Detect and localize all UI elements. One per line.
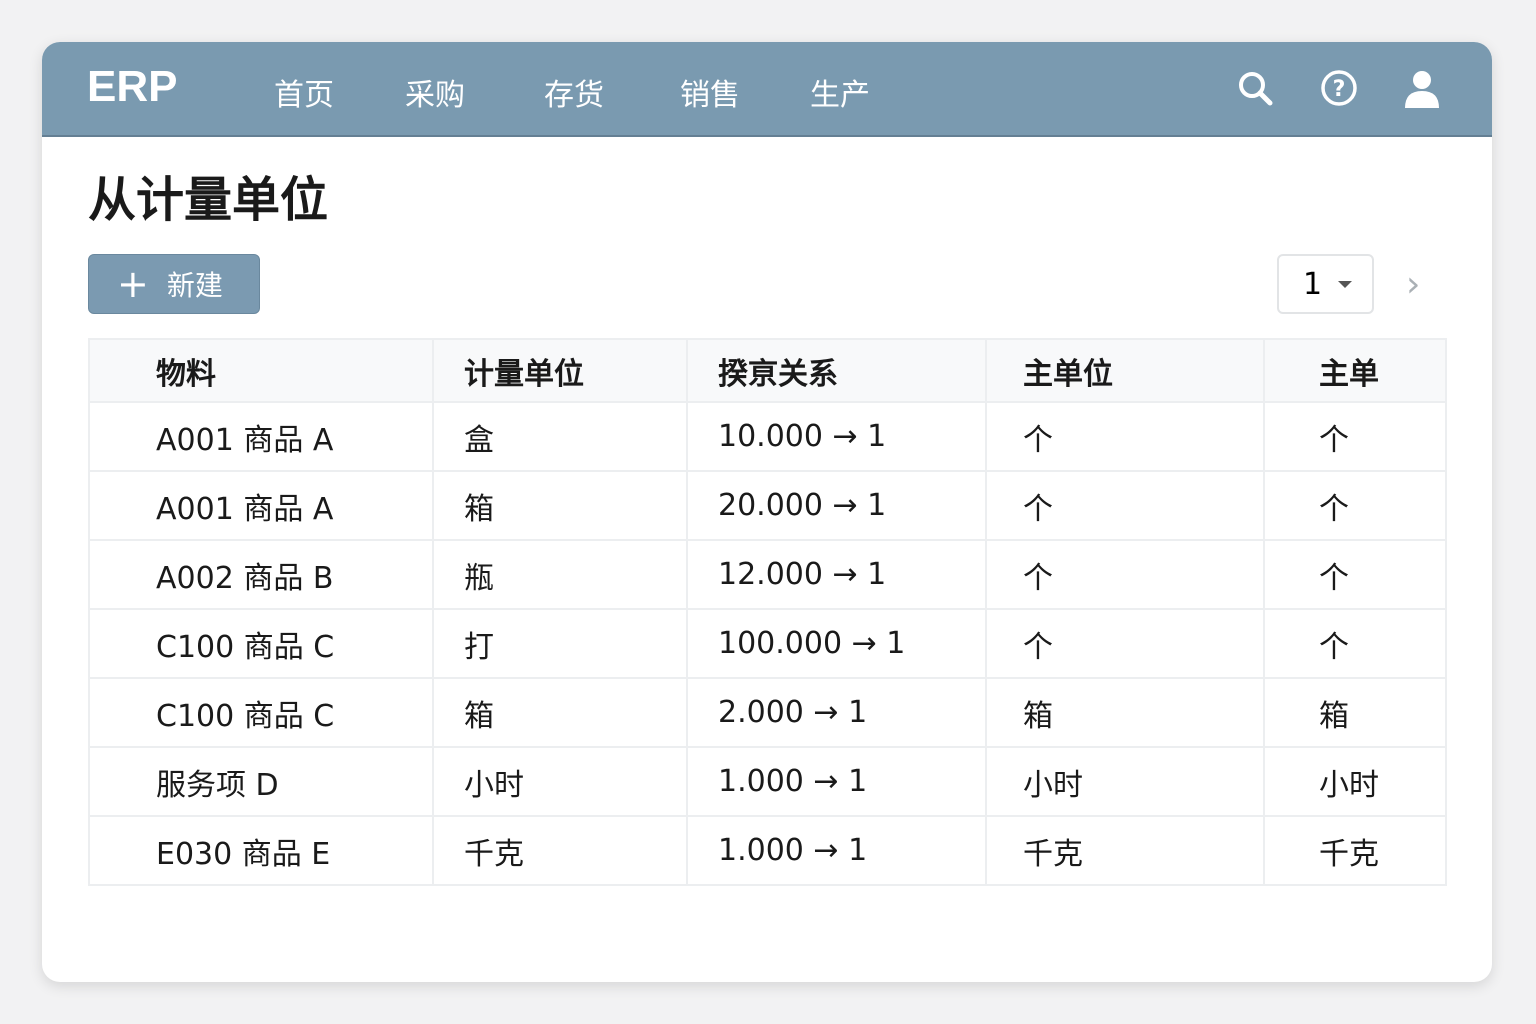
column-header[interactable]: 揆亰关系 [686, 338, 987, 403]
table-cell: 盒 [432, 401, 688, 472]
table-cell: 箱 [1263, 677, 1447, 748]
caret-down-icon [1338, 280, 1353, 288]
user-icon[interactable] [1402, 68, 1442, 108]
table-cell: 千克 [1263, 815, 1447, 886]
table-row[interactable]: A001 商品 A 箱 20.000 → 1个个 [88, 470, 1447, 541]
table-cell: A001 商品 A [88, 470, 434, 541]
table-cell: 2.000 → 1 [686, 677, 987, 748]
page-title: 从计量单位 [88, 172, 329, 228]
nav-inventory[interactable]: 存货 [544, 70, 604, 114]
logo[interactable]: ERP [87, 62, 177, 112]
table-cell: 100.000 → 1 [686, 608, 987, 679]
column-header[interactable]: 计量单位 [432, 338, 688, 403]
table-row[interactable]: C100 商品 C 打 100.000 → 1个个 [88, 608, 1447, 679]
nav-production[interactable]: 生产 [810, 70, 870, 114]
page-select-value: 1 [1303, 266, 1323, 302]
table-cell: A002 商品 B [88, 539, 434, 610]
table-cell: C100 商品 C [88, 608, 434, 679]
plus-icon: + [117, 262, 149, 306]
table-cell: 小时 [985, 746, 1265, 817]
units-table: 物料 计量单位 揆亰关系 主单位 主单 A001 商品 A 盒 10.000 → 1 个个 A0… [88, 338, 1447, 886]
table-cell: 瓶 [432, 539, 688, 610]
table-cell: 个 [985, 470, 1265, 541]
table-cell: 20.000 → 1 [686, 470, 987, 541]
table-cell: 小时 [432, 746, 688, 817]
table-cell: 1.000 → 1 [686, 815, 987, 886]
nav-home[interactable]: 首页 [274, 70, 334, 114]
column-header[interactable]: 主单位 [985, 338, 1265, 403]
search-icon[interactable] [1235, 68, 1275, 108]
chevron-right-icon[interactable]: › [1406, 264, 1420, 305]
table-cell: C100 商品 C [88, 677, 434, 748]
table-cell: 个 [1263, 401, 1447, 472]
table-cell: 个 [985, 539, 1265, 610]
table-cell: 个 [1263, 608, 1447, 679]
new-button[interactable]: + 新建 [88, 254, 260, 314]
column-header[interactable]: 物料 [88, 338, 434, 403]
help-icon[interactable]: ? [1319, 68, 1359, 108]
table-row[interactable]: A002 商品 B 瓶 12.000 → 1个个 [88, 539, 1447, 610]
nav-sales[interactable]: 销售 [680, 70, 740, 114]
table-cell: 1.000 → 1 [686, 746, 987, 817]
table-cell: 个 [1263, 539, 1447, 610]
table-cell: 个 [985, 401, 1265, 472]
table-cell: 服务项 D [88, 746, 434, 817]
new-button-label: 新建 [166, 269, 223, 302]
table-cell: 千克 [432, 815, 688, 886]
table-row[interactable]: 服务项 D 小时 1.000 → 1 小时 小时 [88, 746, 1447, 817]
table-row[interactable]: E030 商品 E 千克 1.000 → 1 千克 千克 [88, 815, 1447, 886]
table-cell: 箱 [432, 677, 688, 748]
table-cell: 打 [432, 608, 688, 679]
table-cell: 12.000 → 1 [686, 539, 987, 610]
table-cell: 小时 [1263, 746, 1447, 817]
page-select[interactable]: 1 [1277, 254, 1374, 314]
table-cell: 10.000 → 1 [686, 401, 987, 472]
table-row[interactable]: C100 商品 C 箱 2.000 → 1箱箱 [88, 677, 1447, 748]
table-cell: E030 商品 E [88, 815, 434, 886]
table-cell: 箱 [985, 677, 1265, 748]
top-navbar: ERP 首页 采购 存货 销售 生产 ? [42, 42, 1492, 137]
table-cell: 个 [1263, 470, 1447, 541]
table-cell: 个 [985, 608, 1265, 679]
table-cell: A001 商品 A [88, 401, 434, 472]
table-cell: 千克 [985, 815, 1265, 886]
nav-purchase[interactable]: 采购 [405, 70, 465, 114]
main-card: ERP 首页 采购 存货 销售 生产 ? 从计量单位 + 新建 1 › 物料 计量单… [42, 42, 1492, 982]
column-header[interactable]: 主单 [1263, 338, 1447, 403]
table-row[interactable]: A001 商品 A 盒 10.000 → 1个个 [88, 401, 1447, 472]
table-cell: 箱 [432, 470, 688, 541]
svg-text:?: ? [1333, 77, 1346, 102]
